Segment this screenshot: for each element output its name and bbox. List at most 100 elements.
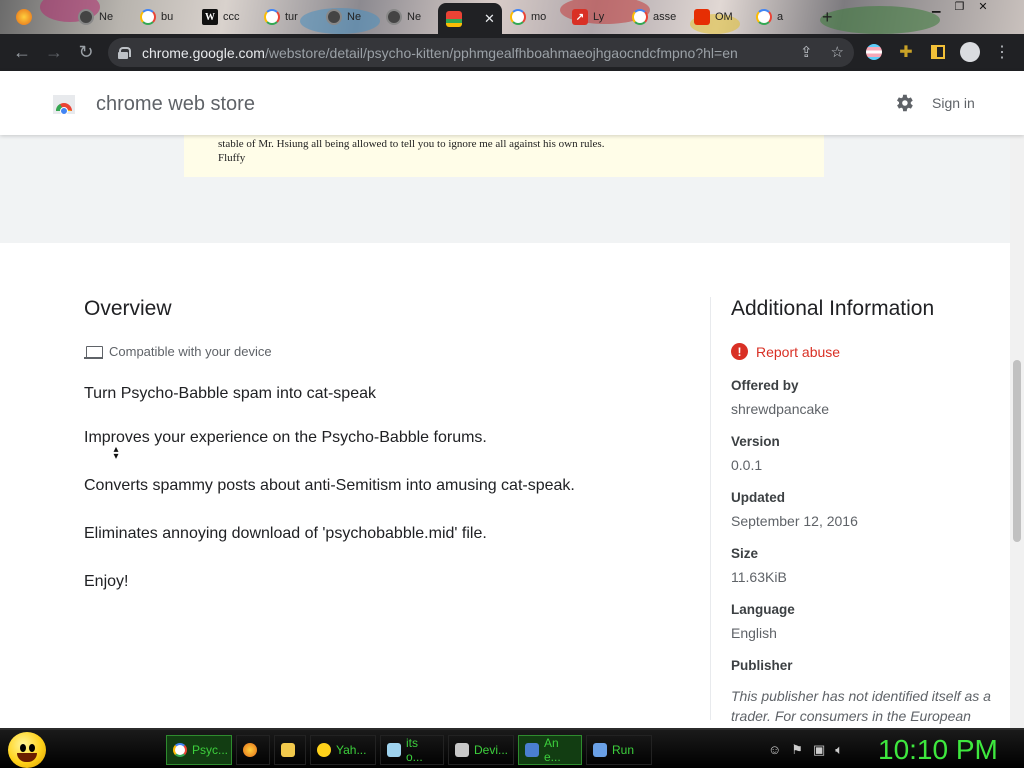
tab-label: tur <box>285 11 298 23</box>
smiley-mouth <box>17 753 37 762</box>
browser-tab[interactable]: Ne <box>318 3 378 31</box>
taskbar-item[interactable]: An e... <box>518 735 582 765</box>
run-icon <box>593 743 607 757</box>
close-tab-icon[interactable]: ✕ <box>484 11 495 27</box>
browser-tab[interactable]: OM <box>686 3 750 31</box>
info-label: Updated <box>731 490 785 505</box>
additional-info-heading: Additional Information <box>731 297 935 320</box>
info-value: 0.0.1 <box>731 457 763 473</box>
arrow-right-icon: → <box>45 42 63 62</box>
screenshot-line: Fluffy <box>218 152 246 164</box>
google-icon <box>140 9 156 25</box>
firefox-icon <box>243 743 257 757</box>
system-tray: ☺ ⚑ ▣ 🔈︎ <box>768 742 843 758</box>
tab-strip: Ne bu W ccc tur Ne Ne ✕ mo ↗ Ly asse OM <box>0 0 1024 34</box>
browser-tab[interactable]: Ne <box>70 3 134 31</box>
avatar-icon <box>960 42 980 62</box>
taskbar-item[interactable]: its o... <box>380 735 444 765</box>
side-panel-icon <box>931 45 945 59</box>
github-icon <box>386 9 402 25</box>
reload-button[interactable]: ↻ <box>70 37 102 69</box>
screenshot-line: stable of Mr. Hsiung all being allowed t… <box>218 138 605 150</box>
profile-button[interactable] <box>960 42 980 62</box>
report-abuse-link[interactable]: ! Report abuse <box>731 343 840 360</box>
back-button[interactable]: ← <box>6 37 38 69</box>
share-icon[interactable]: ⇪ <box>800 43 813 61</box>
chrome-web-store-logo[interactable] <box>52 91 76 115</box>
store-title[interactable]: chrome web store <box>96 93 255 116</box>
aliexpress-icon <box>694 9 710 25</box>
browser-tab[interactable]: a <box>748 3 808 31</box>
taskbar-item[interactable]: Devi... <box>448 735 514 765</box>
address-bar[interactable]: chrome.google.com/webstore/detail/psycho… <box>108 38 854 67</box>
smiley-eye <box>29 744 35 752</box>
taskbar-item-label: Devi... <box>474 743 509 757</box>
extensions-button[interactable]: ✚ <box>896 42 916 62</box>
profile-flag-extension[interactable] <box>864 42 884 62</box>
github-icon <box>78 9 94 25</box>
lock-icon[interactable] <box>118 46 131 59</box>
taskbar-item-label: Psyc... <box>192 743 229 757</box>
action-center-flag-icon[interactable]: ⚑ <box>791 742 803 758</box>
messenger-tray-icon[interactable]: ☺ <box>768 742 781 758</box>
tab-label: Ne <box>347 11 362 23</box>
description-paragraph: Improves your experience on the Psycho-B… <box>84 429 487 446</box>
reload-icon: ↻ <box>78 42 94 62</box>
url-host: chrome.google.com <box>142 44 265 61</box>
restore-icon[interactable]: ❐ <box>954 0 964 16</box>
scrollbar-thumb[interactable] <box>1013 360 1021 542</box>
info-label: Size <box>731 546 759 561</box>
publisher-note: This publisher has not identified itself… <box>731 688 991 724</box>
side-panel-button[interactable] <box>928 42 948 62</box>
plus-icon: + <box>822 6 833 27</box>
gear-icon[interactable] <box>893 92 915 114</box>
description-paragraph: Converts spammy posts about anti-Semitis… <box>84 477 575 494</box>
taskbar-item[interactable]: Yah... <box>310 735 376 765</box>
taskbar-item[interactable] <box>274 735 306 765</box>
browser-tab[interactable]: W ccc <box>194 3 258 31</box>
tab-label: Ly <box>593 11 605 23</box>
tab-label: Ne <box>99 11 114 23</box>
volume-icon[interactable]: 🔈︎ <box>835 742 843 758</box>
taskbar-clock[interactable]: 10:10 PM <box>878 734 998 766</box>
overview-heading: Overview <box>84 297 172 320</box>
bookmark-star-icon[interactable]: ☆ <box>831 43 844 61</box>
description-paragraph: Eliminates annoying download of 'psychob… <box>84 525 487 542</box>
close-window-icon[interactable]: ✕ <box>978 0 987 16</box>
page-scrollbar[interactable] <box>1010 135 1024 728</box>
taskbar-item-label: An e... <box>544 736 561 764</box>
browser-tab-active[interactable]: ✕ <box>438 3 502 34</box>
google-icon <box>264 9 280 25</box>
description-paragraph: Enjoy! <box>84 573 129 590</box>
taskbar: Psyc... Yah... its o... Devi... An e... … <box>0 728 1024 768</box>
tab-label: bu <box>161 11 174 23</box>
taskbar-item[interactable] <box>236 735 270 765</box>
browser-tab[interactable]: ↗ Ly <box>564 3 624 31</box>
browser-tab[interactable]: bu <box>132 3 196 31</box>
info-value: September 12, 2016 <box>731 513 858 529</box>
arrow-left-icon: ← <box>13 42 31 62</box>
new-tab-button[interactable]: + <box>814 3 833 31</box>
screenshot-carousel: stable of Mr. Hsiung all being allowed t… <box>0 135 1010 243</box>
browser-tab[interactable]: asse <box>624 3 688 31</box>
trend-icon: ↗ <box>572 9 588 25</box>
network-icon[interactable]: ▣ <box>813 742 825 758</box>
taskbar-item[interactable]: Run <box>586 735 652 765</box>
forward-button[interactable]: → <box>38 37 70 69</box>
browser-tab[interactable]: Ne <box>378 3 438 31</box>
browser-tab[interactable]: mo <box>502 3 566 31</box>
tab-label: ccc <box>223 11 240 23</box>
taskbar-item[interactable]: Psyc... <box>166 735 232 765</box>
kebab-menu-icon: ⋮ <box>994 44 1010 61</box>
browser-menu-orb[interactable] <box>8 3 32 31</box>
info-label: Publisher <box>731 658 793 673</box>
image-viewer-icon <box>525 743 539 757</box>
sign-in-link[interactable]: Sign in <box>932 95 975 111</box>
start-button[interactable] <box>8 732 46 768</box>
menu-button[interactable]: ⋮ <box>992 42 1012 62</box>
browser-tab[interactable]: tur <box>256 3 320 31</box>
browser-orb-icon <box>16 9 32 25</box>
minimize-icon[interactable]: ▁ <box>932 0 940 16</box>
compatibility-note: Compatible with your device <box>84 344 272 359</box>
store-header: chrome web store Sign in <box>0 71 1024 135</box>
